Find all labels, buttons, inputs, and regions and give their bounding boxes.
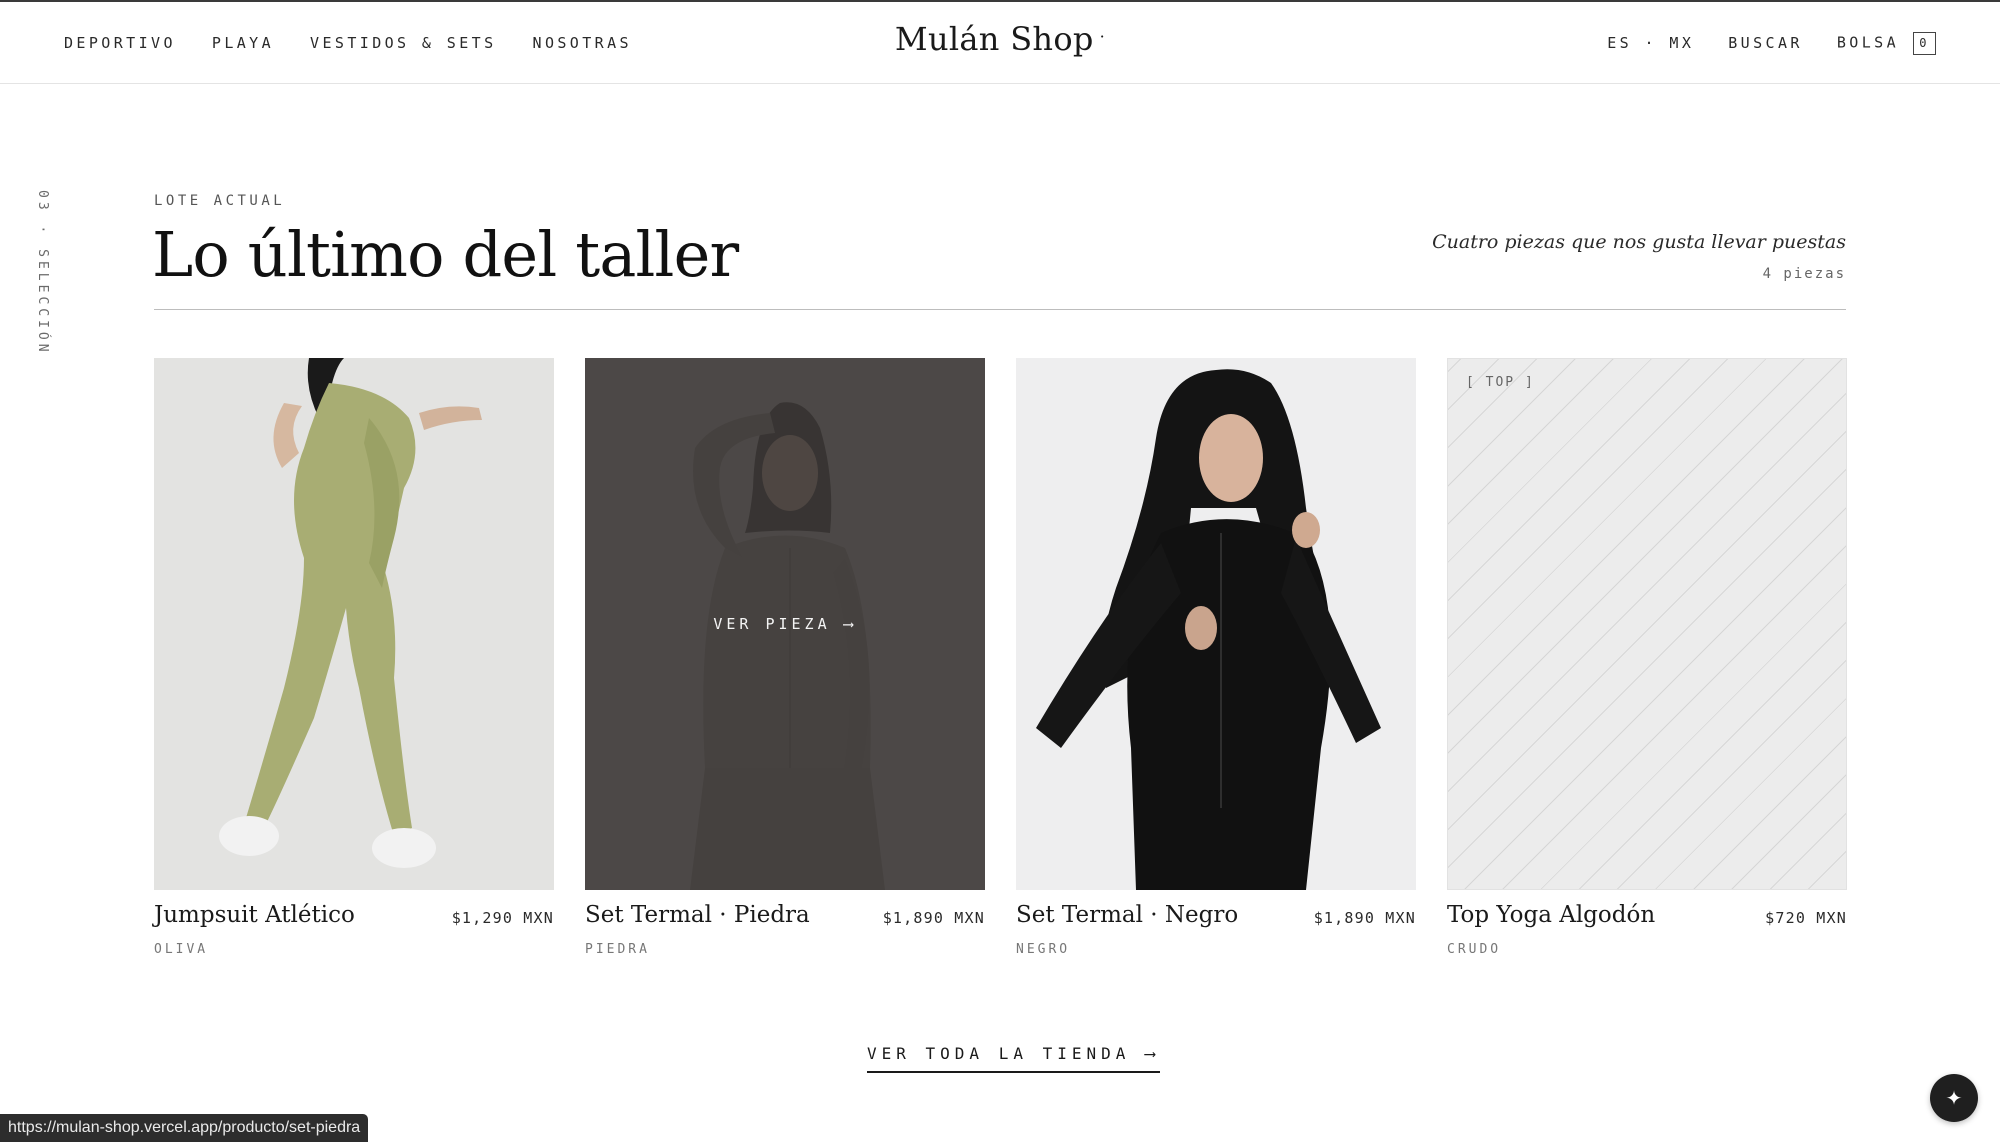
product-price: $1,890 MXN — [1313, 909, 1416, 927]
section-count: 4 piezas — [1762, 266, 1846, 282]
product-price: $720 MXN — [1765, 909, 1847, 927]
product-meta: Set Termal · Piedra $1,890 MXN PIEDRA — [585, 902, 985, 972]
section-title: Lo último del taller — [152, 218, 739, 291]
locale-switcher[interactable]: ES · MX — [1607, 34, 1694, 52]
view-piece-link[interactable]: VER PIEZA ⟶ — [713, 615, 856, 633]
brand-name: Mulán Shop — [894, 20, 1094, 58]
product-name[interactable]: Set Termal · Negro — [1016, 902, 1238, 928]
product-color: PIEDRA — [585, 942, 650, 957]
search-link[interactable]: BUSCAR — [1728, 34, 1803, 52]
product-price: $1,890 MXN — [882, 909, 985, 927]
product-card-set-termal-negro[interactable]: Set Termal · Negro $1,890 MXN NEGRO — [1016, 358, 1416, 972]
browser-status-url: https://mulan-shop.vercel.app/producto/s… — [0, 1114, 369, 1142]
product-card-jumpsuit-atletico[interactable]: Jumpsuit Atlético $1,290 MXN OLIVA — [154, 358, 554, 972]
product-meta: Top Yoga Algodón $720 MXN CRUDO — [1447, 902, 1847, 972]
bag-link[interactable]: BOLSA 0 — [1836, 31, 1936, 55]
product-image-stone-set[interactable]: VER PIEZA ⟶ — [585, 358, 985, 890]
utility-nav: ES · MX BUSCAR BOLSA 0 — [1573, 2, 1936, 84]
product-color: CRUDO — [1447, 942, 1502, 957]
quick-view-overlay[interactable]: VER PIEZA ⟶ — [585, 358, 985, 890]
bag-count-badge: 0 — [1913, 31, 1936, 55]
product-image-olive-jumpsuit[interactable] — [154, 358, 554, 890]
section-tagline: Cuatro piezas que nos gusta llevar puest… — [1432, 231, 1846, 253]
product-meta: Jumpsuit Atlético $1,290 MXN OLIVA — [154, 902, 554, 972]
section-side-label: 03 · SELECCIÓN — [35, 190, 50, 356]
product-name[interactable]: Top Yoga Algodón — [1447, 902, 1655, 928]
product-price: $1,290 MXN — [451, 909, 554, 927]
bag-label: BOLSA — [1836, 33, 1899, 51]
brand-dot: · — [1099, 27, 1106, 46]
product-image-black-set[interactable] — [1016, 358, 1416, 890]
product-card-set-termal-piedra[interactable]: VER PIEZA ⟶ Set Termal · Piedra $1,890 M… — [585, 358, 985, 972]
model-black-set-photo — [1016, 358, 1416, 890]
section-divider — [154, 309, 1846, 310]
placeholder-tag: [ TOP ] — [1466, 375, 1535, 390]
product-image-placeholder[interactable]: [ TOP ] — [1447, 358, 1847, 890]
sparkle-icon[interactable]: ✦ — [1930, 1074, 1978, 1122]
model-olive-jumpsuit-photo — [154, 358, 554, 890]
section-eyebrow: LOTE ACTUAL — [154, 193, 286, 209]
product-card-top-yoga-algodon[interactable]: [ TOP ] Top Yoga Algodón $720 MXN CRUDO — [1447, 358, 1847, 972]
product-meta: Set Termal · Negro $1,890 MXN NEGRO — [1016, 902, 1416, 972]
product-color: NEGRO — [1016, 942, 1071, 957]
product-name[interactable]: Jumpsuit Atlético — [154, 902, 355, 928]
product-name[interactable]: Set Termal · Piedra — [585, 902, 810, 928]
site-header: DEPORTIVO PLAYA VESTIDOS & SETS NOSOTRAS… — [0, 2, 2000, 84]
view-all-shop-link[interactable]: VER TODA LA TIENDA ⟶ — [867, 1044, 1160, 1073]
product-color: OLIVA — [154, 942, 209, 957]
